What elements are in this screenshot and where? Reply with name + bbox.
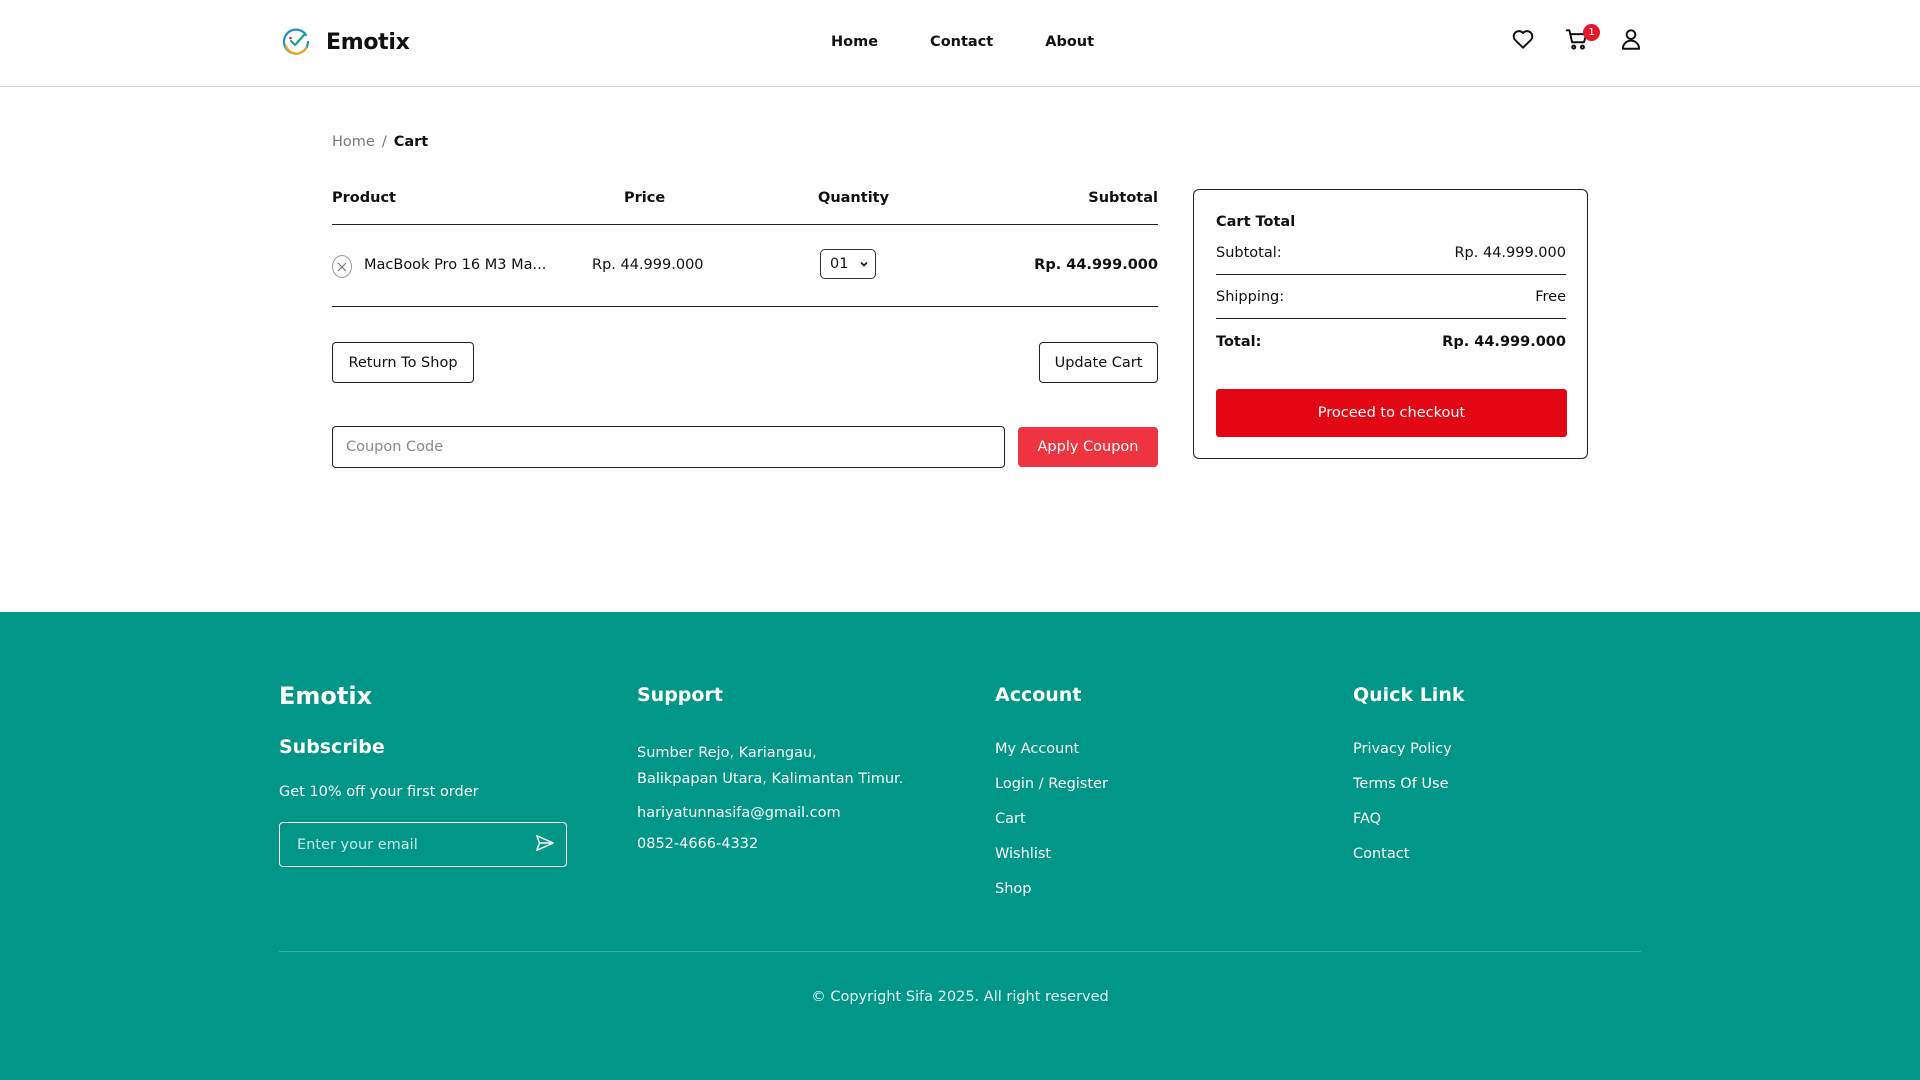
remove-item-button[interactable] xyxy=(332,255,352,278)
subtotal-value: Rp. 44.999.000 xyxy=(1454,245,1566,261)
breadcrumb-home[interactable]: Home xyxy=(332,134,375,150)
breadcrumb: Home / Cart xyxy=(332,134,428,150)
support-address: Sumber Rejo, Kariangau, Balikpapan Utara… xyxy=(637,740,903,792)
footer-divider xyxy=(279,951,1641,952)
nav-home[interactable]: Home xyxy=(831,34,878,50)
footer-link-wishlist[interactable]: Wishlist xyxy=(995,845,1108,864)
copyright: © Copyright Sifa 2025. All right reserve… xyxy=(811,989,1109,1005)
nav-about[interactable]: About xyxy=(1045,34,1094,50)
quantity-select[interactable]: 01 xyxy=(820,249,876,279)
site-header: Emotix Home Contact About 1 xyxy=(0,0,1920,87)
support-list: Sumber Rejo, Kariangau, Balikpapan Utara… xyxy=(637,740,903,866)
footer-brand: Emotix xyxy=(279,682,373,710)
subtotal-row: Subtotal: Rp. 44.999.000 xyxy=(1216,245,1566,275)
site-footer: Emotix Subscribe Get 10% off your first … xyxy=(0,612,1920,1080)
footer-link-faq[interactable]: FAQ xyxy=(1353,810,1452,829)
user-icon xyxy=(1621,29,1641,50)
quantity-value: 01 xyxy=(830,256,849,272)
support-address-line2: Balikpapan Utara, Kalimantan Timur. xyxy=(637,771,904,787)
footer-link-login-register[interactable]: Login / Register xyxy=(995,775,1108,794)
cart-count-badge: 1 xyxy=(1583,24,1600,41)
nav-contact[interactable]: Contact xyxy=(930,34,993,50)
subtotal-label: Subtotal: xyxy=(1216,245,1282,261)
coupon-input[interactable] xyxy=(332,426,1005,468)
table-row: MacBook Pro 16 M3 Ma... Rp. 44.999.000 0… xyxy=(332,225,1158,307)
footer-link-contact[interactable]: Contact xyxy=(1353,845,1452,864)
quick-links: Privacy Policy Terms Of Use FAQ Contact xyxy=(1353,740,1452,880)
quicklink-title: Quick Link xyxy=(1353,684,1465,706)
cart-total-title: Cart Total xyxy=(1216,214,1296,230)
shipping-label: Shipping: xyxy=(1216,289,1285,305)
total-label: Total: xyxy=(1216,334,1262,350)
chevron-down-icon xyxy=(860,261,868,267)
brand-name: Emotix xyxy=(326,29,410,55)
support-title: Support xyxy=(637,684,723,706)
apply-coupon-button[interactable]: Apply Coupon xyxy=(1018,427,1158,467)
subscribe-text: Get 10% off your first order xyxy=(279,784,479,800)
account-links: My Account Login / Register Cart Wishlis… xyxy=(995,740,1108,915)
total-row: Total: Rp. 44.999.000 xyxy=(1216,334,1566,350)
product-name[interactable]: MacBook Pro 16 M3 Ma... xyxy=(364,257,546,273)
breadcrumb-current: Cart xyxy=(393,134,429,150)
cart-table: Product Price Quantity Subtotal MacBook … xyxy=(332,188,1158,307)
wishlist-button[interactable] xyxy=(1510,26,1536,52)
cart-button[interactable]: 1 xyxy=(1564,24,1600,52)
cart-table-header: Product Price Quantity Subtotal xyxy=(332,188,1158,225)
col-subtotal: Subtotal xyxy=(1088,190,1158,206)
shipping-value: Free xyxy=(1535,289,1566,305)
footer-link-privacy-policy[interactable]: Privacy Policy xyxy=(1353,740,1452,759)
subscribe-form xyxy=(279,822,567,867)
subscribe-email-input[interactable] xyxy=(297,836,517,853)
product-price: Rp. 44.999.000 xyxy=(592,257,704,273)
brand-logo[interactable]: Emotix xyxy=(280,26,410,58)
heart-icon xyxy=(1512,30,1534,49)
account-title: Account xyxy=(995,684,1082,706)
col-price: Price xyxy=(624,190,666,206)
header-actions: 1 xyxy=(1510,24,1644,52)
cart-total-panel: Cart Total Subtotal: Rp. 44.999.000 Ship… xyxy=(1193,189,1588,459)
support-email[interactable]: hariyatunnasifa@gmail.com xyxy=(637,804,903,823)
footer-link-cart[interactable]: Cart xyxy=(995,810,1108,829)
breadcrumb-separator: / xyxy=(381,134,387,150)
close-icon xyxy=(337,262,347,271)
send-icon xyxy=(536,834,554,851)
logo-icon xyxy=(282,28,310,55)
product-subtotal: Rp. 44.999.000 xyxy=(1034,257,1158,273)
support-phone[interactable]: 0852-4666-4332 xyxy=(637,835,903,854)
main-nav: Home Contact About xyxy=(831,34,1094,50)
col-product: Product xyxy=(332,190,396,206)
col-quantity: Quantity xyxy=(818,190,890,206)
shipping-row: Shipping: Free xyxy=(1216,289,1566,319)
subscribe-title: Subscribe xyxy=(279,736,385,758)
return-to-shop-button[interactable]: Return To Shop xyxy=(332,342,474,383)
account-button[interactable] xyxy=(1618,26,1644,52)
support-address-line1: Sumber Rejo, Kariangau, xyxy=(637,745,817,761)
footer-link-terms[interactable]: Terms Of Use xyxy=(1353,775,1452,794)
subscribe-send-button[interactable] xyxy=(534,832,556,858)
footer-link-my-account[interactable]: My Account xyxy=(995,740,1108,759)
footer-link-shop[interactable]: Shop xyxy=(995,880,1108,899)
total-value: Rp. 44.999.000 xyxy=(1442,334,1566,350)
proceed-to-checkout-button[interactable]: Proceed to checkout xyxy=(1216,389,1567,437)
update-cart-button[interactable]: Update Cart xyxy=(1039,342,1158,383)
